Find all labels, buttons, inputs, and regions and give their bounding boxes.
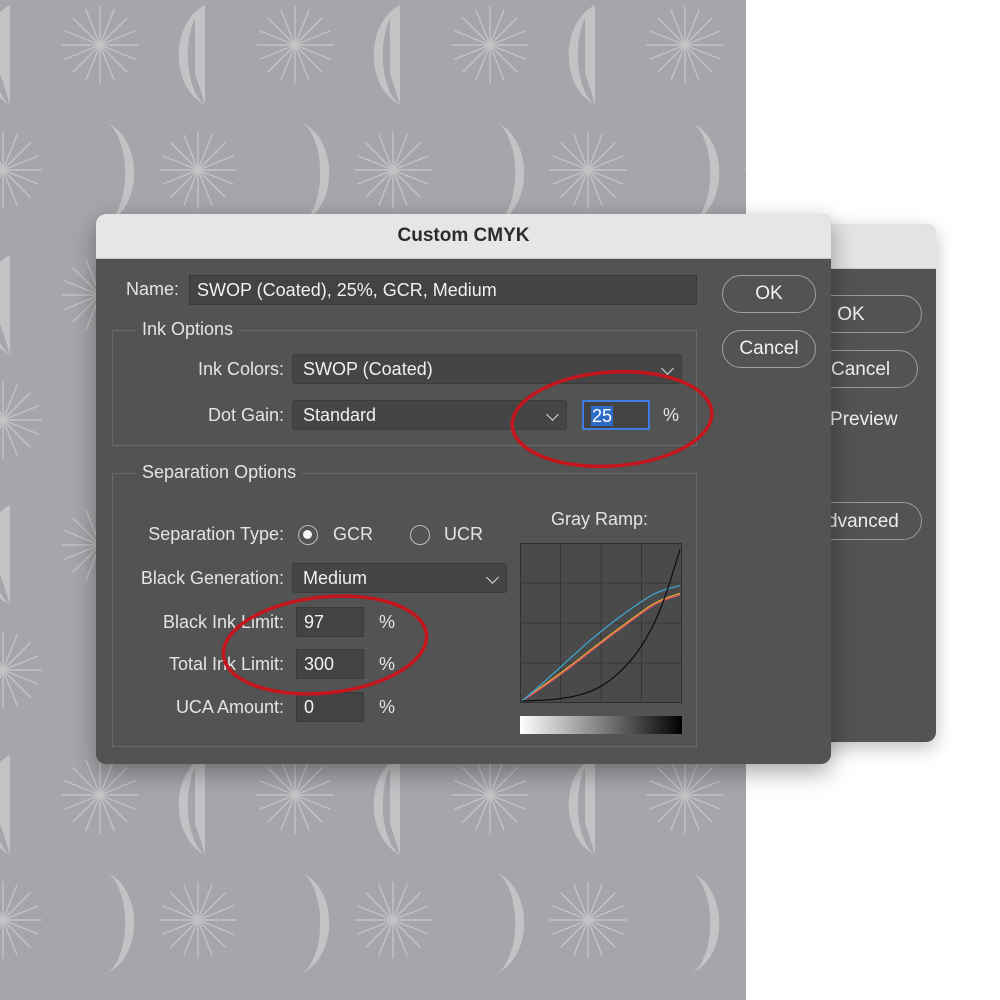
ok-button[interactable]: OK [722, 275, 816, 313]
gray-ramp-label: Gray Ramp: [551, 509, 649, 529]
total-ink-limit-input[interactable]: 300 [296, 649, 364, 679]
ink-options-legend: Ink Options [136, 319, 240, 340]
black-ink-limit-label: Black Ink Limit: [162, 612, 284, 632]
gcr-radio[interactable] [298, 525, 318, 545]
custom-cmyk-dialog: Custom CMYK Name: SWOP (Coated), 25%, GC… [96, 214, 831, 764]
ucr-radio[interactable] [410, 525, 430, 545]
uca-amount-label: UCA Amount: [175, 697, 284, 717]
dialog-title: Custom CMYK [96, 214, 831, 259]
black-generation-select[interactable]: Medium [292, 563, 507, 593]
uca-amount-percent-sign: % [379, 697, 396, 717]
dot-gain-percent-input[interactable]: 25 [582, 400, 650, 430]
separation-type-label: Separation Type: [148, 524, 284, 544]
black-generation-value: Medium [303, 568, 368, 588]
background-preview-label[interactable]: Preview [830, 409, 898, 431]
ucr-label[interactable]: UCR [444, 524, 483, 545]
dot-gain-label: Dot Gain: [207, 405, 284, 425]
separation-options-legend: Separation Options [136, 462, 303, 483]
black-ink-limit-percent-sign: % [379, 612, 396, 632]
gcr-label[interactable]: GCR [333, 524, 373, 545]
chevron-down-icon [661, 362, 674, 375]
dot-gain-percent-value: 25 [591, 406, 614, 426]
name-input[interactable]: SWOP (Coated), 25%, GCR, Medium [189, 275, 697, 305]
chevron-down-icon [546, 408, 559, 421]
black-generation-label: Black Generation: [140, 568, 284, 588]
black-ink-limit-input[interactable]: 97 [296, 607, 364, 637]
gray-ramp-gradient-bar [520, 716, 682, 734]
dot-gain-percent-sign: % [663, 405, 680, 425]
chevron-down-icon [486, 571, 499, 584]
dot-gain-select[interactable]: Standard [292, 400, 567, 430]
cancel-button[interactable]: Cancel [722, 330, 816, 368]
total-ink-limit-percent-sign: % [379, 654, 396, 674]
total-ink-limit-label: Total Ink Limit: [168, 654, 284, 674]
ink-colors-value: SWOP (Coated) [303, 359, 433, 379]
ink-colors-label: Ink Colors: [197, 359, 284, 379]
gray-ramp-graph [520, 543, 682, 703]
dot-gain-value: Standard [303, 405, 377, 425]
ink-colors-select[interactable]: SWOP (Coated) [292, 354, 682, 384]
name-label: Name: [126, 279, 180, 299]
uca-amount-input[interactable]: 0 [296, 692, 364, 722]
